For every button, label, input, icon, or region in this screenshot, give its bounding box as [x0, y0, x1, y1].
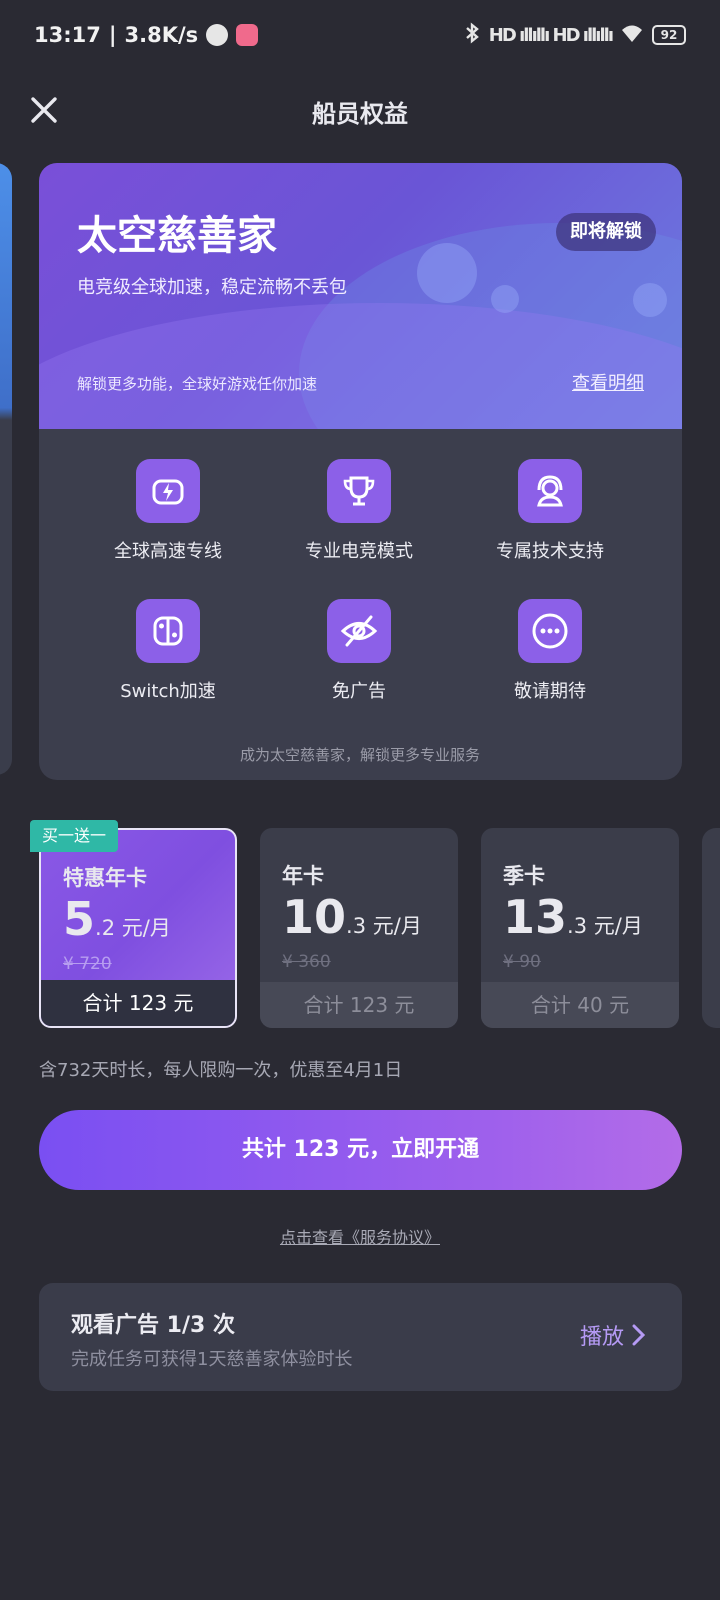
plan-original-price: ¥ 720 [63, 954, 112, 974]
wifi-icon [620, 23, 644, 47]
page-header: 船员权益 [0, 80, 720, 144]
app-notification-icon [236, 24, 259, 46]
feature-item[interactable]: 专属技术支持 [450, 459, 650, 563]
previous-tier-card[interactable] [0, 163, 12, 775]
plan-price: 13.3 元/月 [503, 890, 643, 944]
status-right: HD ıllıllı HD ıllıllı 92 [463, 22, 686, 48]
plan-total: 合计 123 元 [41, 980, 235, 1026]
lightning-gamepad-icon [136, 459, 200, 523]
features-footer: 成为太空慈善家，解锁更多专业服务 [239, 746, 480, 764]
status-bar: 13:17 | 3.8K/s HD ıllıllı HD ıllıllı 92 [0, 0, 720, 70]
tier-card: 太空慈善家 即将解锁 电竞级全球加速，稳定流畅不丢包 解锁更多功能，全球好游戏任… [39, 163, 682, 780]
feature-grid: 全球高速专线 专业电竞模式 专属技术支持 Switch加速 免广告 敬请期待 [39, 429, 682, 739]
page-title: 船员权益 [312, 100, 408, 128]
play-ad-button[interactable]: 播放 [580, 1319, 646, 1351]
plan-original-price: ¥ 360 [282, 952, 331, 972]
plan-name: 季卡 [503, 864, 545, 888]
ad-task-title: 观看广告 1/3 次 [71, 1313, 235, 1338]
view-details-link[interactable]: 查看明细 [572, 369, 644, 395]
play-ad-label: 播放 [579, 1325, 624, 1350]
plan-price: 10.3 元/月 [282, 890, 422, 944]
chevron-right-icon [632, 1324, 646, 1346]
plan-name: 特惠年卡 [63, 866, 147, 890]
tier-title: 太空慈善家 [77, 213, 277, 259]
tier-note: 解锁更多功能，全球好游戏任你加速 [77, 375, 318, 393]
plan-description: 含732天时长，每人限购一次，优惠至4月1日 [39, 1060, 403, 1081]
status-left: 13:17 | 3.8K/s [34, 23, 259, 47]
tier-hero: 太空慈善家 即将解锁 电竞级全球加速，稳定流畅不丢包 解锁更多功能，全球好游戏任… [39, 163, 682, 429]
promo-badge: 买一送一 [30, 820, 119, 852]
purchase-button[interactable]: 共计 123 元，立即开通 [39, 1110, 682, 1190]
plan-card-annual[interactable]: 年卡 10.3 元/月 ¥ 360 合计 123 元 [260, 828, 458, 1028]
ad-task-card: 观看广告 1/3 次 完成任务可获得1天慈善家体验时长 播放 [39, 1283, 682, 1391]
status-speed: 3.8K/s [124, 23, 199, 47]
more-dots-icon [518, 599, 582, 663]
service-agreement-link[interactable]: 点击查看《服务协议》 [0, 1224, 720, 1248]
feature-item[interactable]: 敬请期待 [450, 599, 650, 703]
plan-total: 合计 123 元 [260, 982, 458, 1028]
more-plan-card[interactable] [702, 828, 720, 1028]
headset-support-icon [518, 459, 582, 523]
bluetooth-icon [463, 22, 481, 48]
plan-card-quarterly[interactable]: 季卡 13.3 元/月 ¥ 90 合计 40 元 [481, 828, 679, 1028]
plan-total: 合计 40 元 [481, 982, 679, 1028]
feature-item[interactable]: 全球高速专线 [68, 459, 268, 563]
feature-item[interactable]: 免广告 [259, 599, 459, 703]
plan-original-price: ¥ 90 [503, 952, 541, 972]
plan-name: 年卡 [282, 864, 324, 888]
tier-subtitle: 电竞级全球加速，稳定流畅不丢包 [77, 277, 347, 298]
trophy-icon [327, 459, 391, 523]
battery-icon: 92 [652, 25, 686, 45]
plan-price: 5.2 元/月 [63, 892, 171, 946]
unlock-badge: 即将解锁 [556, 213, 656, 251]
switch-console-icon [136, 599, 200, 663]
plan-card-special-annual[interactable]: 特惠年卡 5.2 元/月 ¥ 720 合计 123 元 [39, 828, 237, 1028]
eye-off-icon [327, 599, 391, 663]
status-time: 13:17 [34, 23, 101, 47]
ad-task-subtitle: 完成任务可获得1天慈善家体验时长 [71, 1349, 353, 1370]
compass-icon [206, 24, 229, 46]
feature-item[interactable]: Switch加速 [68, 599, 268, 703]
feature-item[interactable]: 专业电竞模式 [259, 459, 459, 563]
signal-icon: HD ıllıllı HD ıllıllı [488, 24, 614, 46]
